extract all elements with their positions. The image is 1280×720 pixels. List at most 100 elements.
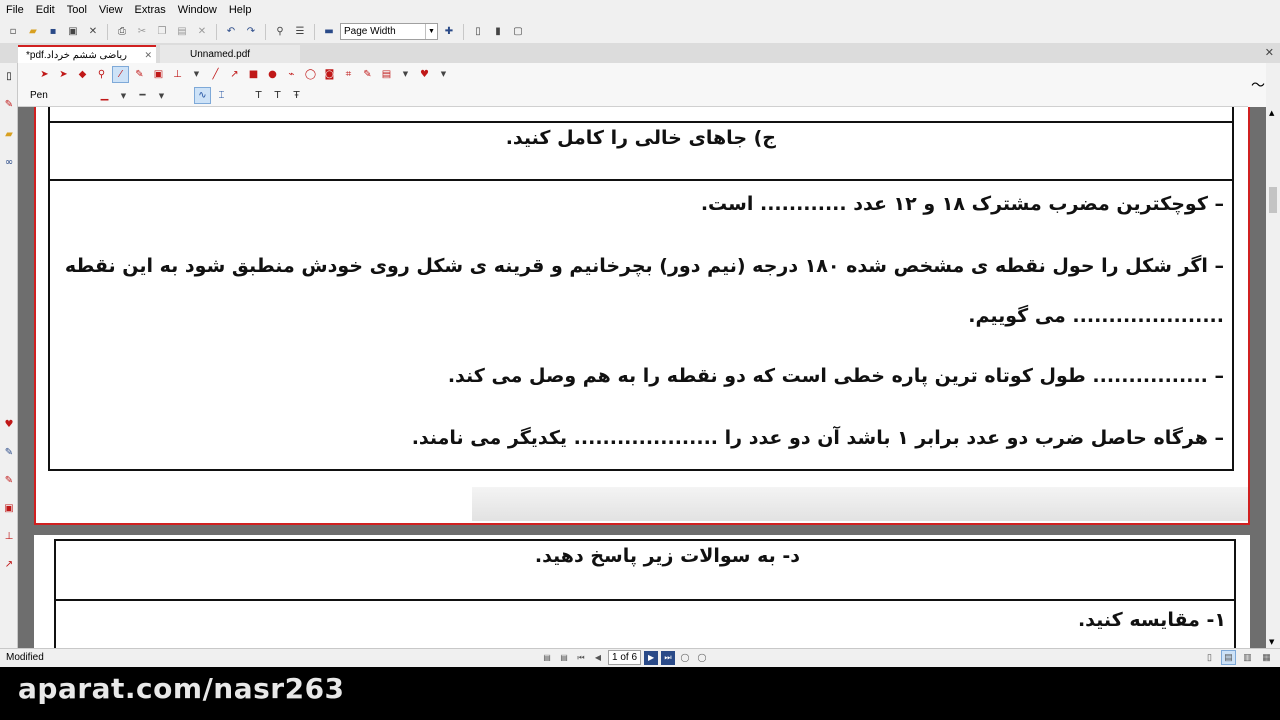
copy-icon[interactable]: ❐	[153, 23, 171, 41]
line-style-icon[interactable]: ━	[134, 87, 151, 104]
zoom-out-icon[interactable]: ▬	[320, 23, 338, 41]
print-icon[interactable]: ⎙	[113, 23, 131, 41]
menu-help[interactable]: Help	[223, 4, 258, 16]
chevron-down-icon[interactable]: ▼	[153, 87, 170, 104]
eraser-icon[interactable]: ◆	[74, 66, 91, 83]
smooth-stroke-icon[interactable]: ∿	[194, 87, 211, 104]
page-frame-left	[54, 539, 56, 648]
next-page-icon[interactable]: ▶	[644, 650, 659, 665]
fit-width-icon[interactable]: ▮	[489, 23, 507, 41]
open-folder-icon[interactable]: ▰	[24, 23, 42, 41]
font-size-icon[interactable]: T	[250, 87, 267, 104]
list-icon[interactable]: ☰	[291, 23, 309, 41]
font-style-icon[interactable]: T	[269, 87, 286, 104]
document-viewer[interactable]: ج) جاهای خالی را کامل کنید. – کوچکترین م…	[18, 107, 1266, 648]
favorite-heart-icon[interactable]: ♥	[416, 66, 433, 83]
lasso-tool-icon[interactable]: ◯	[302, 66, 319, 83]
layout-icon[interactable]: ▤	[557, 651, 571, 665]
fill-blank-line-1: – کوچکترین مضرب مشترک ۱۸ و ۱۲ عدد ......…	[700, 193, 1224, 215]
menu-view[interactable]: View	[93, 4, 129, 16]
link-icon[interactable]: ∞	[3, 157, 15, 169]
close-icon[interactable]: ✕	[144, 50, 152, 61]
redo-icon[interactable]: ↷	[242, 23, 260, 41]
back-icon[interactable]: ◯	[678, 651, 692, 665]
pen-tool-icon[interactable]: ⁄	[112, 65, 129, 83]
facing-continuous-view-icon[interactable]: ▦	[1259, 650, 1274, 665]
menu-file[interactable]: File	[0, 4, 30, 16]
save-as-icon[interactable]: ▣	[64, 23, 82, 41]
tab-active-document[interactable]: ریاضی ششم خرداد.pdf* ✕	[18, 45, 156, 63]
pencil-icon[interactable]: ✎	[3, 99, 15, 111]
menu-extras[interactable]: Extras	[129, 4, 172, 16]
chevron-down-icon[interactable]: ▼	[397, 66, 414, 83]
first-page-icon[interactable]: ⏮	[574, 651, 588, 665]
save-icon[interactable]: ▪	[44, 23, 62, 41]
image-icon[interactable]: ▣	[3, 503, 15, 515]
page-frame-right	[1232, 107, 1234, 469]
menu-edit[interactable]: Edit	[30, 4, 61, 16]
heart-icon[interactable]: ♥	[3, 419, 15, 431]
find-icon[interactable]: ⚲	[271, 23, 289, 41]
zoom-in-icon[interactable]: ✚	[440, 23, 458, 41]
arrow-icon[interactable]: ↗	[3, 559, 15, 571]
font-strike-icon[interactable]: Ŧ	[288, 87, 305, 104]
forward-icon[interactable]: ◯	[695, 651, 709, 665]
bookmark-icon[interactable]: ▰	[3, 129, 15, 141]
page-indicator[interactable]: 1 of 6	[608, 650, 642, 665]
close-doc-icon[interactable]: ✕	[84, 23, 102, 41]
paste-icon[interactable]: ▤	[173, 23, 191, 41]
menu-bar: File Edit Tool View Extras Window Help	[0, 0, 1280, 20]
select-arrow-icon[interactable]: ➤	[36, 66, 53, 83]
layout-icon[interactable]: ▤	[540, 651, 554, 665]
zoom-tool-icon[interactable]: ⚲	[93, 66, 110, 83]
single-page-view-icon[interactable]: ▯	[1202, 650, 1217, 665]
chevron-down-icon[interactable]: ▼	[115, 87, 132, 104]
pencil-tool-icon[interactable]: ✎	[131, 66, 148, 83]
menu-tool[interactable]: Tool	[61, 4, 93, 16]
polyline-tool-icon[interactable]: ⌁	[283, 66, 300, 83]
select-text-icon[interactable]: ➤	[55, 66, 72, 83]
ellipse-tool-icon[interactable]: ●	[264, 66, 281, 83]
stroke-color-icon[interactable]: ▁	[96, 87, 113, 104]
vertical-scrollbar[interactable]: ▲ ▼	[1266, 107, 1280, 648]
scroll-thumb[interactable]	[1269, 187, 1277, 213]
frame-top-rule	[54, 539, 1236, 541]
pdf-page-2: د- به سوالات زیر پاسخ دهید. ۱- مقایسه کن…	[34, 535, 1250, 648]
cut-icon[interactable]: ✂	[133, 23, 151, 41]
continuous-view-icon[interactable]: ▤	[1221, 650, 1236, 665]
image-tool-icon[interactable]: ▣	[150, 66, 167, 83]
stamp-tool-icon[interactable]: ⊥	[169, 66, 186, 83]
new-icon[interactable]: ▫	[4, 23, 22, 41]
line-tool-icon[interactable]: ╱	[207, 66, 224, 83]
scroll-down-icon[interactable]: ▼	[1269, 638, 1274, 646]
arrow-tool-icon[interactable]: ↗	[226, 66, 243, 83]
chevron-down-icon[interactable]: ▼	[435, 66, 452, 83]
close-all-tabs-icon[interactable]: ✕	[1265, 46, 1274, 59]
brush-icon[interactable]: ✎	[359, 66, 376, 83]
stamp-icon[interactable]: ⊥	[3, 531, 15, 543]
last-page-icon[interactable]: ⏭	[661, 650, 676, 665]
signature-icon[interactable]: 〜	[1248, 70, 1268, 100]
full-screen-icon[interactable]: ▢	[509, 23, 527, 41]
highlighter-icon[interactable]: ✎	[3, 447, 15, 459]
camera-icon[interactable]: ◙	[321, 66, 338, 83]
facing-view-icon[interactable]: ▥	[1240, 650, 1255, 665]
prev-page-icon[interactable]: ◀	[591, 651, 605, 665]
tab-unnamed-document[interactable]: Unnamed.pdf	[160, 45, 300, 63]
pages-icon[interactable]: ▯	[3, 71, 15, 83]
view-mode-buttons: ▯ ▤ ▥ ▦	[1202, 650, 1274, 665]
fit-page-icon[interactable]: ▯	[469, 23, 487, 41]
chevron-down-icon[interactable]: ▼	[188, 66, 205, 83]
undo-icon[interactable]: ↶	[222, 23, 240, 41]
zoom-select[interactable]: Page Width ▼	[340, 23, 438, 40]
crop-icon[interactable]: ⌗	[340, 66, 357, 83]
delete-icon[interactable]: ✕	[193, 23, 211, 41]
menu-window[interactable]: Window	[172, 4, 223, 16]
pen-icon[interactable]: ✎	[3, 475, 15, 487]
rectangle-tool-icon[interactable]: ■	[245, 66, 262, 83]
text-cursor-icon[interactable]: ⌶	[213, 87, 230, 104]
scroll-up-icon[interactable]: ▲	[1269, 109, 1274, 117]
status-bar: Modified ▤ ▤ ⏮ ◀ 1 of 6 ▶ ⏭ ◯ ◯ ▯ ▤ ▥ ▦	[0, 648, 1280, 667]
form-icon[interactable]: ▤	[378, 66, 395, 83]
tab-label: ریاضی ششم خرداد.pdf*	[26, 49, 127, 61]
